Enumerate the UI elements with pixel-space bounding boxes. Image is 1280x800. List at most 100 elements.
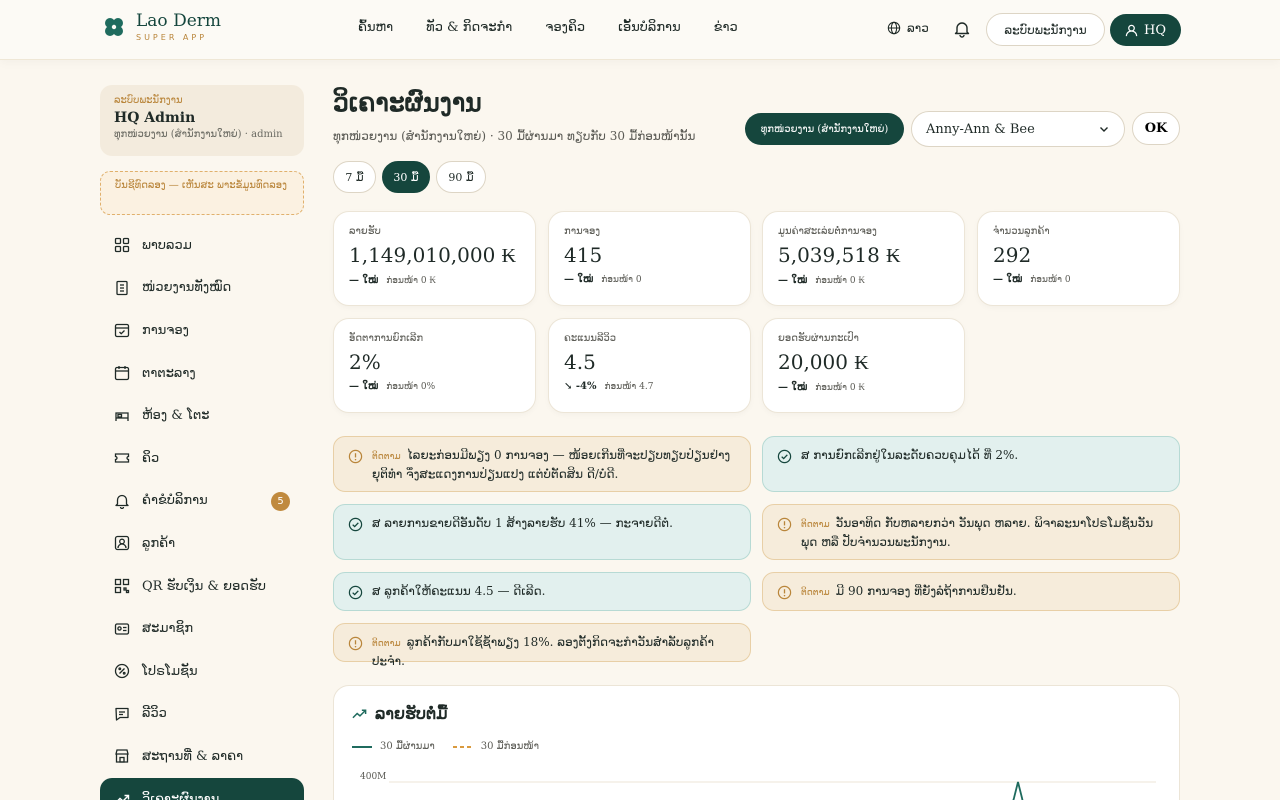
staff-system-button[interactable]: ລະບົບພະນັກງານ	[986, 13, 1105, 46]
nav-services[interactable]: ເອັ້ນບໍລິການ	[618, 20, 681, 35]
clover-logo-icon	[105, 18, 123, 36]
alert-text: ລູກຄ້າກັບມາໃຊ້ຊ້ຳພຽງ 18%. ລອງຕັ້ງກິດຈະກຳ…	[372, 635, 714, 668]
alert-text: ສ ການຍົກເລີກຢູ່ໃນລະດັບຄວບຄຸມໄດ້ ທີ່ 2%.	[801, 448, 1019, 462]
sidebar-item-analytics[interactable]: ວິເຄາະຜົນງານ	[100, 777, 304, 800]
scope-all-units-button[interactable]: ທຸກໜ່ວຍງານ (ສຳນັກງານໃຫຍ່)	[745, 113, 904, 145]
alert-tag: ຕິດຕາມ	[372, 639, 401, 649]
sidebar-item-requests[interactable]: ຄຳຂໍບໍລິການ 5	[100, 480, 304, 523]
kpi-label: ຄະແນນລີວິວ	[564, 333, 617, 344]
kpi-label: ລາຍຮັບ	[349, 226, 381, 237]
sidebar-item-label: ວິເຄາະຜົນງານ	[142, 791, 220, 800]
kpi-previous: ກ່ອນໜ້າ 0 ₭	[386, 276, 436, 286]
page-subtitle: ທຸກໜ່ວຍງານ (ສຳນັກງານໃຫຍ່) · 30 ມື້ຜ່ານມາ…	[333, 129, 696, 143]
sidebar-user-card: ລະບົບພະນັກງານ HQ Admin ທຸກໜ່ວຍງານ (ສຳນັກ…	[100, 85, 304, 156]
bed-icon	[115, 412, 129, 421]
insight-alert: ສ ລາຍການຂາຍດີອັນດັບ 1 ສ້າງລາຍຮັບ 41% — ກ…	[333, 504, 751, 560]
sidebar-item-label: ຄຳຂໍບໍລິການ	[142, 493, 208, 509]
branch-select[interactable]: Anny-Ann & Bee	[911, 111, 1125, 147]
user-icon	[1125, 24, 1138, 36]
language-switcher[interactable]: ລາວ	[887, 21, 929, 35]
top-bar: Lao Derm SUPER APP ຄົ້ນຫາ ທັວ & ກິດຈະກຳ …	[0, 0, 1280, 60]
alert-text: ມີ 90 ການຈອງ ທີ່ຍັງລໍຖ້າການຢືນຢັນ.	[835, 584, 1017, 598]
kpi-value: 5,039,518 ₭	[778, 243, 901, 267]
sidebar-item-bookings[interactable]: ການຈອງ	[100, 309, 304, 352]
logo[interactable]: Lao Derm SUPER APP	[102, 12, 221, 42]
kpi-card-customers: ຈຳນວນລູກຄ້າ 292 — ໃໝ່ ກ່ອນໜ້າ 0	[977, 211, 1180, 306]
kpi-delta: — ໃໝ່	[778, 382, 808, 393]
sidebar-item-schedule[interactable]: ຕາຕະລາງ	[100, 352, 304, 395]
kpi-card-bookings: ການຈອງ 415 — ໃໝ່ ກ່ອນໜ້າ 0	[548, 211, 751, 306]
kpi-label: ຍອດຮັບຜ່ານກະເປົາ	[778, 333, 859, 344]
kpi-delta: — ໃໝ່	[778, 275, 808, 286]
kpi-previous: ກ່ອນໜ້າ 0	[1030, 274, 1071, 285]
nav-news[interactable]: ຂ່າວ	[714, 20, 738, 35]
alert-text: ໄລຍະກ່ອນມີພຽງ 0 ການຈອງ — ໜ້ອຍເກີນທີ່ຈະປຽ…	[372, 448, 731, 481]
insight-alert: ສ ການຍົກເລີກຢູ່ໃນລະດັບຄວບຄຸມໄດ້ ທີ່ 2%.	[762, 436, 1180, 492]
check-circle-icon	[777, 449, 792, 464]
insight-alert: ຕິດຕາມ ວັນອາທິດ ກັບຫລາຍກວ່າ ວັນພຸດ ຫລາຍ. …	[762, 504, 1180, 560]
sidebar-item-label: ລູກຄ້າ	[142, 535, 176, 551]
insight-alert: ສ ລູກຄ້າໃຫ້ຄະແນນ 4.5 — ດີເລີດ.	[333, 572, 751, 611]
kpi-delta: ↘ -4%	[564, 381, 597, 392]
hq-account-button[interactable]: HQ	[1110, 14, 1181, 46]
alert-text: ວັນອາທິດ ກັບຫລາຍກວ່າ ວັນພຸດ ຫລາຍ. ພິຈາລະ…	[801, 516, 1154, 549]
user-meta: ທຸກໜ່ວຍງານ (ສຳນັກງານໃຫຍ່) · admin	[114, 129, 283, 140]
sidebar-item-label: ສະຖານທີ່ & ລາຄາ	[142, 748, 244, 764]
nav-tours[interactable]: ທັວ & ກິດຈະກຳ	[426, 20, 512, 35]
trend-icon	[117, 794, 130, 800]
kpi-value: 4.5	[564, 350, 596, 374]
sidebar-item-units[interactable]: ໜ່ວຍງານທັງໝົດ	[100, 267, 304, 310]
warning-circle-icon	[348, 449, 363, 464]
sidebar-item-promotions[interactable]: ໂປຣໂມຊັນ	[100, 650, 304, 693]
insight-alert: ຕິດຕາມ ລູກຄ້າກັບມາໃຊ້ຊ້ຳພຽງ 18%. ລອງຕັ້ງກ…	[333, 623, 751, 668]
check-circle-icon	[348, 585, 363, 600]
kpi-previous: ກ່ອນໜ້າ 0 ₭	[815, 383, 865, 393]
percent-icon	[114, 664, 130, 679]
user-name: HQ Admin	[114, 110, 196, 126]
kpi-value: 2%	[349, 350, 381, 374]
warning-circle-icon	[777, 585, 792, 600]
kpi-card-avg-booking-value: ມູນຄ່າສະເລ່ຍຕໍ່ການຈອງ 5,039,518 ₭ — ໃໝ່ ກ…	[762, 211, 965, 306]
nav-queue[interactable]: ຈອງຄິວ	[545, 20, 585, 35]
language-label: ລາວ	[907, 21, 929, 35]
kpi-previous: ກ່ອນໜ້າ 0%	[386, 381, 436, 392]
sidebar-item-overview[interactable]: ພາບລວມ	[100, 224, 304, 267]
bell-icon[interactable]	[953, 20, 971, 38]
sidebar-item-qr-payments[interactable]: QR ຮັບເງິນ & ຍອດຮັບ	[100, 565, 304, 608]
alert-tag: ຕິດຕາມ	[801, 520, 830, 530]
range-30-days[interactable]: 30 ມື້	[382, 161, 430, 193]
sidebar-item-reviews[interactable]: ລີວິວ	[100, 693, 304, 736]
kpi-delta: — ໃໝ່	[349, 275, 379, 286]
page-title: ວິເຄາະຜົນງານ	[333, 88, 482, 117]
range-90-days[interactable]: 90 ມື້	[436, 161, 486, 193]
kpi-value: 415	[564, 243, 603, 267]
sidebar-item-label: ໜ່ວຍງານທັງໝົດ	[142, 280, 232, 296]
calendar-check-icon	[114, 324, 130, 338]
ok-button[interactable]: OK	[1132, 112, 1180, 145]
kpi-delta: — ໃໝ່	[349, 381, 379, 392]
kpi-previous: ກ່ອນໜ້າ 0 ₭	[815, 276, 865, 286]
alert-tag: ຕິດຕາມ	[372, 452, 401, 462]
sidebar-item-locations[interactable]: ສະຖານທີ່ & ລາຄາ	[100, 735, 304, 778]
kpi-previous: ກ່ອນໜ້າ 0	[601, 274, 642, 285]
calendar-icon	[114, 366, 130, 381]
sidebar-item-label: ການຈອງ	[142, 322, 189, 338]
kpi-label: ອັດຕາການຍົກເລີກ	[349, 333, 424, 344]
warning-circle-icon	[777, 517, 792, 532]
sidebar-item-rooms[interactable]: ຫ້ອງ & ໂຕະ	[100, 394, 304, 437]
sidebar-item-members[interactable]: ສະມາຊິກ	[100, 607, 304, 650]
chevron-down-icon	[1100, 127, 1108, 132]
y-tick-label: 400M	[360, 772, 386, 782]
kpi-delta: — ໃໝ່	[993, 274, 1023, 285]
kpi-value: 292	[993, 243, 1032, 267]
range-7-days[interactable]: 7 ມື້	[333, 161, 376, 193]
nav-search[interactable]: ຄົ້ນຫາ	[358, 20, 393, 35]
user-square-icon	[114, 536, 130, 551]
store-icon	[115, 749, 129, 764]
sidebar-item-label: ລີວິວ	[142, 706, 167, 722]
kpi-value: 1,149,010,000 ₭	[349, 243, 517, 267]
sidebar-item-customers[interactable]: ລູກຄ້າ	[100, 522, 304, 565]
sidebar-item-queue[interactable]: ຄິວ	[100, 437, 304, 480]
current-series-line	[1012, 781, 1024, 800]
check-circle-icon	[348, 517, 363, 532]
